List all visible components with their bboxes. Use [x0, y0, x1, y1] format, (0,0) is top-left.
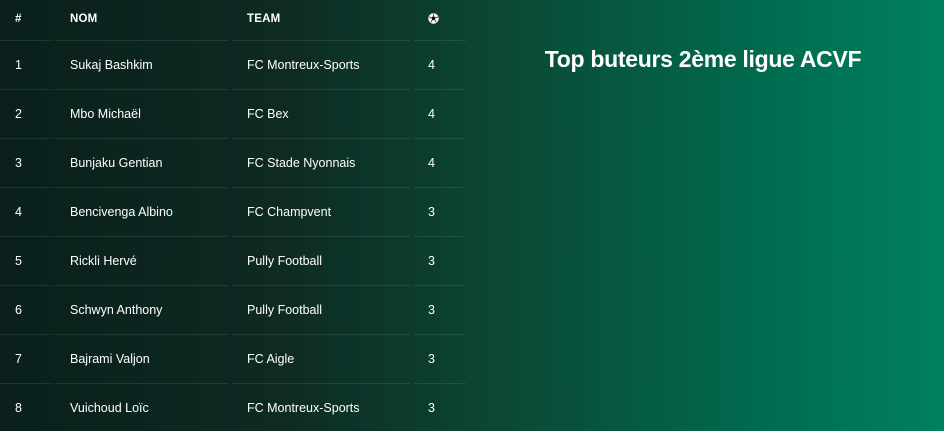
table-row: 1 Sukaj Bashkim FC Montreux-Sports 4 [0, 40, 466, 89]
row-team-name: FC Montreux-Sports [232, 40, 410, 89]
row-goals: 3 [414, 383, 466, 431]
row-team-name: FC Montreux-Sports [232, 383, 410, 431]
row-team-name: FC Aigle [232, 334, 410, 383]
table-header-row: # NOM TEAM [0, 0, 466, 40]
row-player-name: Sukaj Bashkim [55, 40, 228, 89]
row-player-name: Rickli Hervé [55, 236, 228, 285]
row-goals: 3 [414, 187, 466, 236]
row-team-name: FC Bex [232, 89, 410, 138]
soccer-ball-icon [428, 13, 439, 24]
row-player-name: Mbo Michaël [55, 89, 228, 138]
row-rank: 6 [0, 285, 52, 334]
row-goals: 4 [414, 138, 466, 187]
header-goals [414, 0, 466, 40]
row-rank: 3 [0, 138, 52, 187]
row-goals: 3 [414, 236, 466, 285]
row-team-name: Pully Football [232, 236, 410, 285]
row-rank: 7 [0, 334, 52, 383]
row-goals: 4 [414, 89, 466, 138]
row-goals: 4 [414, 40, 466, 89]
row-rank: 8 [0, 383, 52, 431]
row-player-name: Bunjaku Gentian [55, 138, 228, 187]
table-row: 4 Bencivenga Albino FC Champvent 3 [0, 187, 466, 236]
row-team-name: Pully Football [232, 285, 410, 334]
row-player-name: Schwyn Anthony [55, 285, 228, 334]
row-team-name: FC Stade Nyonnais [232, 138, 410, 187]
table-row: 5 Rickli Hervé Pully Football 3 [0, 236, 466, 285]
header-team: TEAM [247, 13, 281, 25]
row-rank: 4 [0, 187, 52, 236]
row-goals: 3 [414, 285, 466, 334]
row-team-name: FC Champvent [232, 187, 410, 236]
row-player-name: Bajrami Valjon [55, 334, 228, 383]
table-row: 8 Vuichoud Loïc FC Montreux-Sports 3 [0, 383, 466, 431]
page-title: Top buteurs 2ème ligue ACVF [544, 46, 862, 72]
row-player-name: Bencivenga Albino [55, 187, 228, 236]
scorers-table: # NOM TEAM 1 Sukaj Bashkim FC Montreux-Spo… [0, 0, 466, 431]
header-name: NOM [70, 13, 98, 25]
row-goals: 3 [414, 334, 466, 383]
table-row: 6 Schwyn Anthony Pully Football 3 [0, 285, 466, 334]
table-body: 1 Sukaj Bashkim FC Montreux-Sports 4 2 Mbo Mi… [0, 40, 466, 431]
table-row: 2 Mbo Michaël FC Bex 4 [0, 89, 466, 138]
row-player-name: Vuichoud Loïc [55, 383, 228, 431]
table-row: 3 Bunjaku Gentian FC Stade Nyonnais 4 [0, 138, 466, 187]
header-rank: # [15, 13, 22, 25]
row-rank: 5 [0, 236, 52, 285]
table-row: 7 Bajrami Valjon FC Aigle 3 [0, 334, 466, 383]
row-rank: 2 [0, 89, 52, 138]
row-rank: 1 [0, 40, 52, 89]
